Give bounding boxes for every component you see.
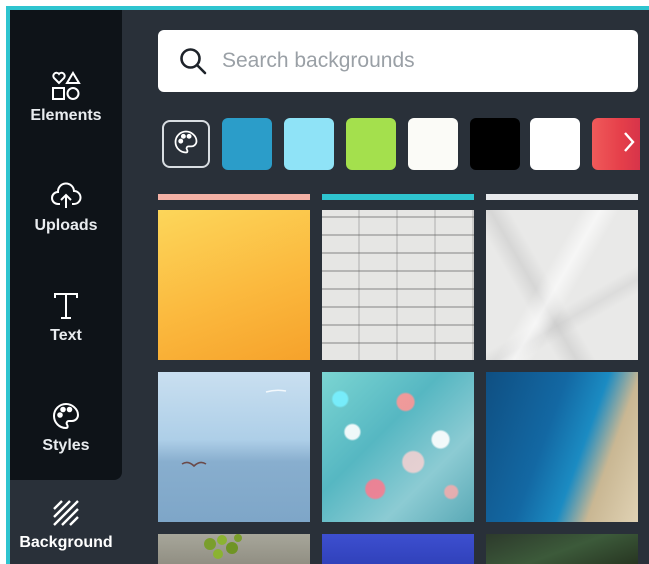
color-swatch[interactable] <box>470 118 520 170</box>
background-tile-coastal-cliff[interactable] <box>486 372 638 522</box>
background-tile-crumpled-paper[interactable] <box>486 210 638 360</box>
chevron-right-icon <box>622 130 636 159</box>
sidebar-item-styles[interactable]: Styles <box>10 382 122 472</box>
sidebar-item-text[interactable]: Text <box>10 272 122 362</box>
bird-graphic <box>181 389 287 468</box>
background-tile-calm-sea[interactable] <box>158 372 310 522</box>
sidebar-item-label: Uploads <box>34 217 98 234</box>
color-picker-button[interactable] <box>162 120 210 168</box>
color-swatch[interactable] <box>530 118 580 170</box>
background-tile-blue[interactable] <box>322 534 474 564</box>
color-swatch[interactable] <box>346 118 396 170</box>
background-tile-edge <box>158 194 310 200</box>
text-icon <box>49 289 83 323</box>
color-swatch[interactable] <box>222 118 272 170</box>
background-tile-plant-wood[interactable] <box>158 534 310 564</box>
upload-cloud-icon <box>49 179 83 213</box>
app-frame: Elements Uploads Text Styles Background … <box>6 6 649 564</box>
sidebar-item-label: Elements <box>30 107 102 124</box>
palette-icon <box>49 399 83 433</box>
sidebar-item-background[interactable]: Background <box>10 480 122 564</box>
palette-icon <box>172 128 200 161</box>
background-tile-orange-gradient[interactable] <box>158 210 310 360</box>
sidebar: Elements Uploads Text Styles <box>10 10 122 480</box>
elements-icon <box>49 69 83 103</box>
next-swatches-button[interactable] <box>592 118 640 170</box>
search-icon[interactable] <box>176 44 210 78</box>
color-swatch[interactable] <box>408 118 458 170</box>
color-swatch-row <box>160 118 640 170</box>
sidebar-item-label: Styles <box>42 437 90 454</box>
search-input[interactable] <box>222 41 612 81</box>
background-tile-dark-leaves[interactable] <box>486 534 638 564</box>
background-hatch-icon <box>49 496 83 530</box>
plant-graphic <box>204 534 242 559</box>
background-tile-edge <box>322 194 474 200</box>
background-tile-edge <box>486 194 638 200</box>
sidebar-item-label: Text <box>50 327 82 344</box>
sidebar-item-label: Background <box>19 534 113 551</box>
sidebar-item-uploads[interactable]: Uploads <box>10 162 122 252</box>
search-bar <box>158 30 638 92</box>
background-tile-white-brick[interactable] <box>322 210 474 360</box>
sidebar-item-elements[interactable]: Elements <box>10 52 122 142</box>
background-tile-bokeh[interactable] <box>322 372 474 522</box>
color-swatch[interactable] <box>284 118 334 170</box>
